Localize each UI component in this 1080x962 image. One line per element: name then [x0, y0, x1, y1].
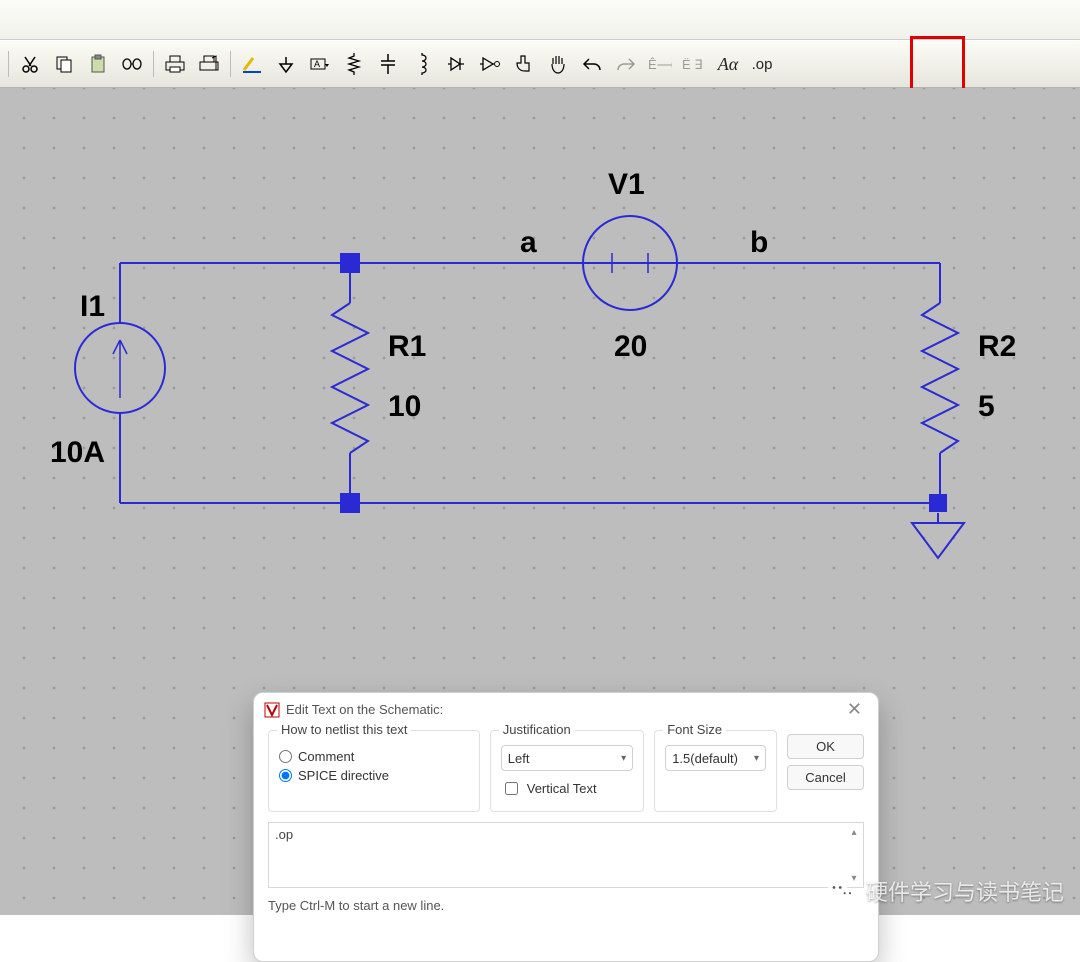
print-setup-icon[interactable]	[194, 49, 224, 79]
radio-spice-directive[interactable]: SPICE directive	[279, 768, 469, 783]
directive-text: .op	[275, 827, 293, 842]
label-R1-value: 10	[388, 390, 421, 424]
dialog-close-button[interactable]: ✕	[841, 699, 868, 720]
cut-icon[interactable]	[15, 49, 45, 79]
justification-group-label: Justification	[499, 722, 575, 737]
fontsize-group: Font Size 1.5(default) ▾	[654, 730, 777, 812]
radio-spice-label: SPICE directive	[298, 768, 389, 783]
justification-group: Justification Left ▾ Vertical Text	[490, 730, 644, 812]
find-icon[interactable]	[117, 49, 147, 79]
netlist-group-label: How to netlist this text	[277, 722, 411, 737]
watermark: 硬件学习与读书笔记	[826, 875, 1064, 907]
text-icon[interactable]: Aα	[713, 49, 743, 79]
net-label-b: b	[750, 226, 768, 260]
mirror-icon[interactable]: Ë ∃	[679, 49, 709, 79]
separator	[230, 51, 231, 77]
dialog-title-text: Edit Text on the Schematic:	[286, 702, 443, 717]
wechat-icon	[826, 875, 858, 907]
print-icon[interactable]	[160, 49, 190, 79]
schematic-canvas[interactable]: I1 10A R1 10 V1 20 R2 5 a b Edit Text on…	[0, 88, 1080, 915]
inductor-icon[interactable]	[407, 49, 437, 79]
separator	[8, 51, 9, 77]
drag-icon[interactable]	[543, 49, 573, 79]
ground-icon[interactable]	[271, 49, 301, 79]
label-I1-value: 10A	[50, 436, 105, 470]
copy-icon[interactable]	[49, 49, 79, 79]
vertical-text-checkbox[interactable]: Vertical Text	[501, 779, 633, 798]
edit-text-dialog: Edit Text on the Schematic: ✕ How to net…	[253, 692, 879, 962]
resistor-icon[interactable]	[339, 49, 369, 79]
cancel-button[interactable]: Cancel	[787, 765, 864, 790]
chevron-down-icon: ▾	[621, 753, 626, 764]
ok-button[interactable]: OK	[787, 734, 864, 759]
rotate-icon[interactable]: Ê⟶	[645, 49, 675, 79]
paste-icon[interactable]	[83, 49, 113, 79]
label-R2-name: R2	[978, 330, 1016, 364]
draw-wire-icon[interactable]	[237, 49, 267, 79]
vertical-text-label: Vertical Text	[527, 781, 597, 796]
justification-value: Left	[508, 751, 530, 766]
watermark-text: 硬件学习与读书笔记	[866, 875, 1064, 907]
main-toolbar: A Ê⟶ Ë ∃ Aα .op	[0, 40, 1080, 88]
label-R1-name: R1	[388, 330, 426, 364]
diode-icon[interactable]	[441, 49, 471, 79]
netlist-group: How to netlist this text Comment SPICE d…	[268, 730, 480, 812]
fontsize-value: 1.5(default)	[672, 751, 738, 766]
fontsize-group-label: Font Size	[663, 722, 726, 737]
window-header-strip	[0, 0, 1080, 40]
chevron-down-icon: ▾	[754, 753, 759, 764]
svg-text:A: A	[314, 59, 320, 69]
capacitor-icon[interactable]	[373, 49, 403, 79]
component-icon[interactable]	[475, 49, 505, 79]
spice-directive-icon[interactable]: .op	[747, 49, 777, 79]
label-V1-value: 20	[614, 330, 647, 364]
move-icon[interactable]	[509, 49, 539, 79]
directive-textarea[interactable]: .op ▴ ▾	[268, 822, 864, 888]
dialog-footer-hint: Type Ctrl-M to start a new line.	[268, 898, 864, 913]
net-label-a: a	[520, 226, 537, 260]
separator	[153, 51, 154, 77]
label-R2-value: 5	[978, 390, 995, 424]
fontsize-select[interactable]: 1.5(default) ▾	[665, 745, 766, 771]
app-icon	[264, 702, 280, 718]
label-V1-name: V1	[608, 168, 645, 202]
label-net-icon[interactable]: A	[305, 49, 335, 79]
radio-comment-label: Comment	[298, 749, 354, 764]
justification-select[interactable]: Left ▾	[501, 745, 633, 771]
redo-icon[interactable]	[611, 49, 641, 79]
scroll-up-icon[interactable]: ▴	[847, 825, 861, 839]
label-I1-name: I1	[80, 290, 105, 324]
radio-comment[interactable]: Comment	[279, 749, 469, 764]
svg-text:Ê⟶: Ê⟶	[648, 57, 672, 72]
svg-text:Ë ∃: Ë ∃	[682, 57, 703, 72]
undo-icon[interactable]	[577, 49, 607, 79]
